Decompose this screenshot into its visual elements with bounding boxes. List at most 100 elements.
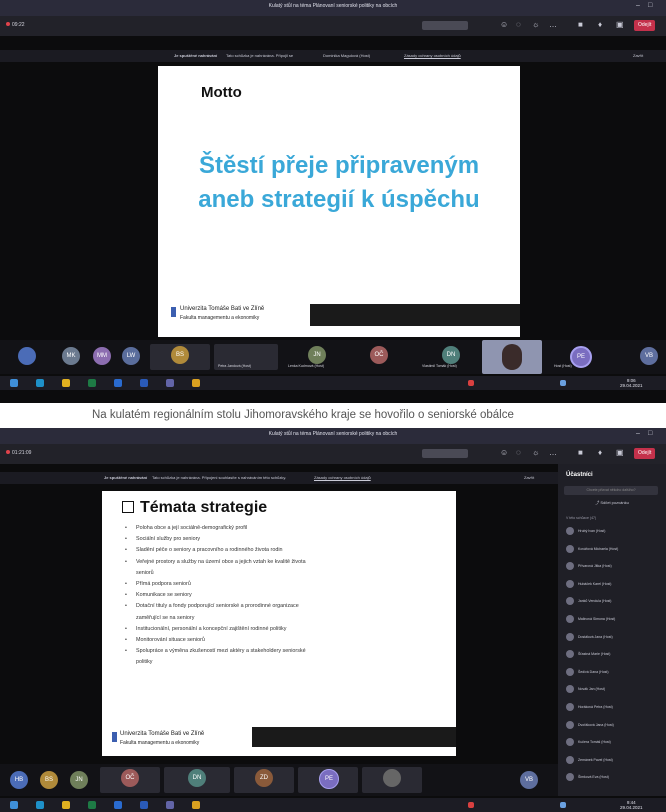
participant-avatar-icon — [566, 615, 574, 623]
participant-tile[interactable]: Vlastimil Tomák (Host) — [418, 344, 478, 370]
mic-icon[interactable]: ♦ — [598, 448, 602, 457]
participant-tile[interactable] — [362, 767, 422, 793]
mic-icon[interactable]: ♦ — [598, 20, 602, 29]
participant-name: Lenka Kudrnová (Host) — [288, 364, 324, 368]
more-icon[interactable]: … — [549, 20, 557, 29]
participant-avatar-icon — [566, 755, 574, 764]
start-icon[interactable] — [10, 801, 18, 809]
recording-dot-icon — [6, 22, 10, 26]
participant-row[interactable]: Přívarová Jitka (Host) — [562, 561, 662, 571]
participant-row[interactable]: Kučera Tomáš (Host) — [562, 737, 662, 747]
more-icon[interactable]: … — [549, 448, 557, 457]
banner-warning: Je spuštěné nahrávání — [104, 475, 148, 480]
topic-item: Přímá podpora seniorů — [122, 579, 422, 590]
chat-icon[interactable]: ◌ — [516, 20, 521, 29]
network-icon[interactable] — [560, 802, 566, 808]
participant-avatar[interactable]: HB — [10, 771, 28, 789]
word-icon[interactable] — [140, 801, 148, 809]
edge-icon[interactable] — [36, 801, 44, 809]
participant-row[interactable]: Šťastná Marie (Host) — [562, 649, 662, 659]
participant-tile[interactable]: PE — [298, 767, 358, 793]
participant-row[interactable]: Zemánek Pavel (Host) — [562, 755, 662, 765]
tray-icon[interactable] — [468, 802, 474, 808]
participant-avatar-icon — [566, 650, 574, 659]
participants-icon[interactable]: ☺ — [500, 20, 508, 29]
start-icon[interactable] — [10, 379, 18, 387]
maximize-icon[interactable]: □ — [648, 2, 652, 9]
participant-name: Zemánek Pavel (Host) — [578, 757, 613, 762]
participant-row[interactable]: Dvořáková Jana (Host) — [562, 720, 662, 730]
participant-row[interactable]: Novák Jan (Host) — [562, 684, 662, 694]
participant-name: Janků Vendula (Host) — [578, 599, 612, 604]
camera-icon[interactable]: ■ — [578, 448, 583, 457]
reactions-icon[interactable]: ☼ — [532, 20, 539, 29]
reactions-icon[interactable]: ☼ — [532, 448, 539, 457]
outlook-icon[interactable] — [114, 379, 122, 387]
camera-icon[interactable]: ■ — [578, 20, 583, 29]
share-invite-button[interactable]: ⤴ Sdílet pozvánku — [558, 500, 666, 506]
participant-avatar[interactable]: VB — [640, 347, 658, 365]
participant-row[interactable]: Horáková Petra (Host) — [562, 702, 662, 712]
leave-button[interactable]: Odejít — [634, 448, 656, 459]
chrome-icon[interactable] — [192, 379, 200, 387]
search-bar[interactable] — [422, 449, 468, 458]
search-bar[interactable] — [422, 21, 468, 30]
leave-button[interactable]: Odejít — [634, 20, 656, 31]
participant-row[interactable]: Šimková Eva (Host) — [562, 772, 662, 782]
participant-avatar[interactable]: MM — [93, 347, 111, 365]
teams-icon[interactable] — [166, 379, 174, 387]
chat-icon[interactable]: ◌ — [516, 448, 521, 457]
participant-avatar[interactable]: MK — [62, 347, 80, 365]
dismiss-button[interactable]: Zavřít — [524, 475, 534, 480]
system-clock[interactable]: 9:44 29.04.2021 — [620, 800, 643, 810]
explorer-icon[interactable] — [62, 801, 70, 809]
tray-icon[interactable] — [468, 380, 474, 386]
active-speaker-video[interactable] — [482, 340, 542, 374]
participant-tile[interactable]: ZD — [234, 767, 294, 793]
participant-avatar[interactable]: BS — [40, 771, 58, 789]
outlook-icon[interactable] — [114, 801, 122, 809]
chrome-icon[interactable] — [192, 801, 200, 809]
share-icon[interactable]: ▣ — [616, 20, 624, 29]
invite-search-input[interactable]: Chcete přizvat někoho dalšího? — [564, 486, 658, 495]
word-icon[interactable] — [140, 379, 148, 387]
participants-icon[interactable]: ☺ — [500, 448, 508, 457]
system-clock[interactable]: 9:06 29.04.2021 — [620, 378, 643, 388]
participant-row[interactable]: Šedivá Dana (Host) — [562, 667, 662, 677]
participant-avatar[interactable]: LW — [122, 347, 140, 365]
share-icon[interactable]: ▣ — [616, 448, 624, 457]
participant-avatar[interactable] — [18, 347, 36, 365]
participant-tile[interactable]: Petra Jandová (Host) — [214, 344, 278, 370]
slide-footer-bar — [252, 727, 456, 747]
participant-row[interactable]: Malinová Simona (Host) — [562, 614, 662, 624]
participant-tile[interactable]: OČ — [100, 767, 160, 793]
minimize-icon[interactable]: – — [636, 430, 640, 437]
participant-row[interactable]: Kovářová Michaela (Host) — [562, 544, 662, 554]
explorer-icon[interactable] — [62, 379, 70, 387]
participant-tile[interactable]: Host (Host) — [550, 344, 600, 370]
participant-tile[interactable]: DN — [164, 767, 230, 793]
participant-row[interactable]: Dostálová Jana (Host) — [562, 632, 662, 642]
privacy-link[interactable]: Zásady ochrany osobních údajů — [314, 475, 371, 480]
topic-item: Poloha obce a její sociálně-demografický… — [122, 523, 422, 534]
maximize-icon[interactable]: □ — [648, 430, 652, 437]
participant-tile[interactable]: BS — [150, 344, 210, 370]
participant-avatar[interactable]: OČ — [370, 346, 388, 364]
network-icon[interactable] — [560, 380, 566, 386]
excel-icon[interactable] — [88, 801, 96, 809]
teams-icon[interactable] — [166, 801, 174, 809]
participant-avatar[interactable]: VB — [520, 771, 538, 789]
privacy-link[interactable]: Zásady ochrany osobních údajů — [404, 53, 461, 58]
excel-icon[interactable] — [88, 379, 96, 387]
participant-tile[interactable]: Lenka Kudrnová (Host) — [284, 344, 346, 370]
dismiss-button[interactable]: Zavřít — [633, 53, 643, 58]
participant-avatar[interactable]: JN — [70, 771, 88, 789]
meeting-timer: 01:21:09 — [12, 450, 32, 456]
windows-taskbar: 9:06 29.04.2021 — [0, 376, 666, 390]
participant-row[interactable]: Janků Vendula (Host) — [562, 596, 662, 606]
participant-row[interactable]: Hrubý Ivan (Host) — [562, 526, 662, 536]
minimize-icon[interactable]: – — [636, 2, 640, 9]
edge-icon[interactable] — [36, 379, 44, 387]
participant-row[interactable]: Hubáček Karel (Host) — [562, 579, 662, 589]
participant-avatar: BS — [171, 346, 189, 364]
